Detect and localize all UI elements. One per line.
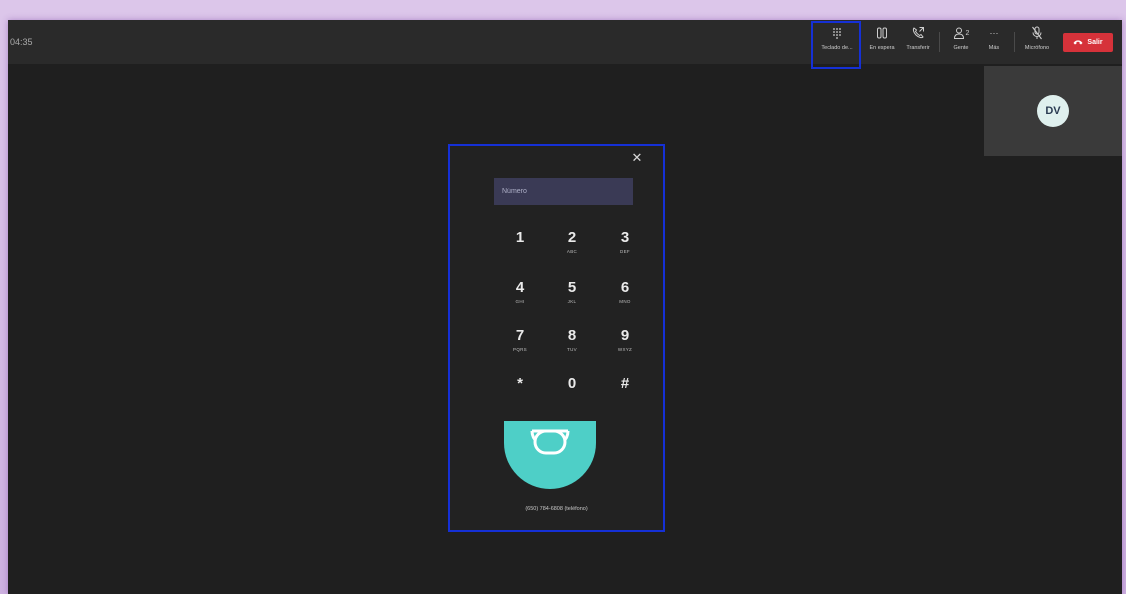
- dialpad-key[interactable]: 9 WXYZ: [605, 328, 645, 364]
- microphone-off-icon: [1031, 24, 1043, 42]
- dialpad-key[interactable]: #: [605, 376, 645, 412]
- dialpad-key-digit: 1: [515, 229, 525, 246]
- number-input[interactable]: [494, 178, 633, 205]
- hold-label: En espera: [869, 45, 895, 51]
- dialpad-key-digit: 5: [567, 279, 577, 296]
- leave-label: Salir: [1087, 39, 1103, 46]
- dialpad-key-letters: WXYZ: [617, 347, 633, 352]
- transfer-button[interactable]: Transferir: [901, 24, 935, 60]
- dialpad-key-digit: 9: [620, 327, 630, 344]
- toolbar-divider: [1014, 32, 1015, 52]
- dialpad-key-digit: #: [620, 375, 630, 392]
- microphone-button[interactable]: Micrófono: [1019, 24, 1055, 60]
- leave-button[interactable]: Salir: [1063, 33, 1113, 52]
- more-button[interactable]: ··· Más: [980, 24, 1008, 60]
- people-button[interactable]: 2 Gente: [946, 24, 976, 60]
- more-label: Más: [988, 45, 1000, 51]
- call-window: 04:35 Teclado de... En espera Transferir…: [8, 20, 1122, 594]
- dialpad-key[interactable]: 6 MNO: [605, 280, 645, 316]
- dialed-number: (650) 784-6808 (teléfono): [525, 506, 588, 512]
- dialpad-key-digit: 4: [515, 279, 525, 296]
- people-label: Gente: [953, 45, 969, 51]
- dialpad-key[interactable]: 8 TUV: [552, 328, 592, 364]
- toolbar-divider: [939, 32, 940, 52]
- phone-icon: [530, 429, 570, 455]
- participant-tile[interactable]: DV: [984, 66, 1122, 156]
- avatar: DV: [1037, 95, 1069, 127]
- more-icon: ···: [989, 28, 999, 38]
- dialpad-key-letters: PQRS: [513, 347, 527, 352]
- dialpad-key-letters: MNO: [619, 299, 631, 304]
- dialpad-key-letters: GHI: [515, 299, 525, 304]
- dialpad-key[interactable]: 1: [500, 230, 540, 266]
- phone-transfer-icon: [911, 24, 925, 42]
- dialpad-key-letters: ABC: [566, 249, 578, 254]
- dialpad-key[interactable]: 0: [552, 376, 592, 412]
- dialpad-key[interactable]: 7 PQRS: [500, 328, 540, 364]
- dialpad-key-letters: DEF: [620, 249, 630, 254]
- dialpad-key-digit: 6: [620, 279, 630, 296]
- dialpad-key[interactable]: 5 JKL: [552, 280, 592, 316]
- people-icon: 2: [953, 24, 970, 42]
- dialpad-key-digit: 2: [567, 229, 577, 246]
- dialpad-key[interactable]: 3 DEF: [605, 230, 645, 266]
- dialpad-key-digit: 3: [620, 229, 630, 246]
- dialpad-key-digit: *: [517, 375, 523, 392]
- dialpad-button-highlight: [811, 21, 861, 69]
- call-timer: 04:35: [10, 37, 33, 47]
- transfer-label: Transferir: [906, 45, 930, 51]
- call-button[interactable]: [504, 421, 596, 489]
- dialpad-key-digit: 0: [567, 375, 577, 392]
- dialpad-key[interactable]: *: [500, 376, 540, 412]
- dialpad-key-letters: JKL: [567, 299, 577, 304]
- people-count: 2: [965, 29, 970, 37]
- dialpad-key[interactable]: 4 GHI: [500, 280, 540, 316]
- call-toolbar: 04:35 Teclado de... En espera Transferir…: [8, 20, 1122, 69]
- hold-button[interactable]: En espera: [864, 24, 900, 60]
- microphone-label: Micrófono: [1024, 45, 1050, 51]
- dialpad-key-letters: TUV: [567, 347, 577, 352]
- hang-up-icon: [1073, 39, 1083, 47]
- pause-icon: [876, 24, 888, 42]
- dialpad-key[interactable]: 2 ABC: [552, 230, 592, 266]
- dialpad-key-digit: 7: [515, 327, 525, 344]
- dialpad-key-digit: 8: [567, 327, 577, 344]
- close-icon[interactable]: ✕: [629, 150, 645, 166]
- dialpad-dialog: ✕ 1 2 ABC 3 DEF 4 GHI 5 JKL 6 MNO 7 PQRS 8 TUV 9 WXYZ * 0 #…: [448, 144, 665, 532]
